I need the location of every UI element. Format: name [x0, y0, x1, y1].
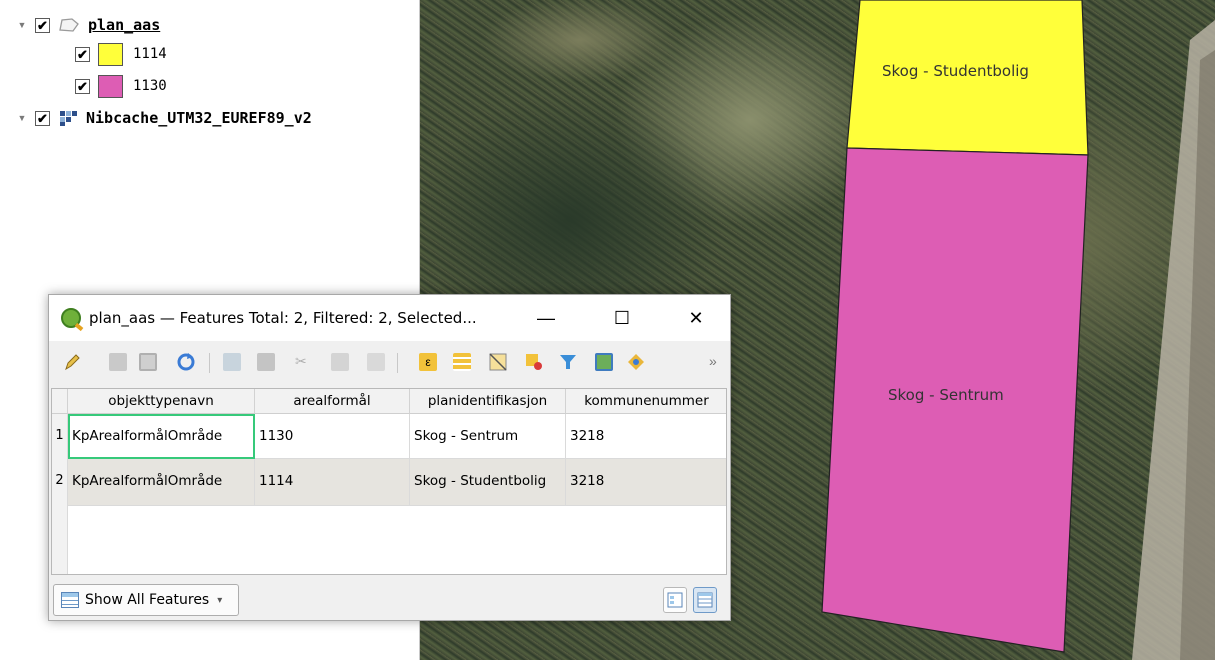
legend-swatch — [98, 74, 123, 98]
row-number[interactable]: 2 — [52, 459, 68, 506]
legend-checkbox[interactable]: ✔ — [75, 46, 90, 62]
cut-icon[interactable]: ✂ — [295, 353, 313, 371]
maximize-button[interactable]: ☐ — [609, 305, 635, 331]
select-by-expression-icon[interactable]: ε — [419, 353, 437, 371]
zone-label-sentrum: Skog - Sentrum — [888, 386, 1004, 404]
close-button[interactable]: ✕ — [683, 305, 709, 331]
attribute-table[interactable]: objekttypenavn arealformål planidentifik… — [51, 388, 727, 575]
layer-row-nibcache[interactable]: ▼ ✔ Nibcache_UTM32_EUREF89_v2 — [15, 107, 312, 129]
layer-name: plan_aas — [88, 16, 161, 34]
qgis-logo-icon — [61, 308, 81, 328]
paste-icon[interactable] — [367, 353, 385, 371]
show-all-features-label: Show All Features — [85, 592, 210, 608]
table-cell[interactable]: 3218 — [566, 414, 726, 459]
table-view-button[interactable] — [693, 587, 717, 613]
move-selection-to-top-icon[interactable] — [595, 353, 613, 371]
multi-edit-icon[interactable] — [109, 353, 127, 371]
column-header[interactable]: planidentifikasjon — [410, 389, 566, 414]
minimize-button[interactable]: — — [533, 305, 559, 331]
dialog-title: plan_aas — Features Total: 2, Filtered: … — [89, 309, 477, 327]
column-header[interactable]: kommunenummer — [566, 389, 726, 414]
save-edits-icon[interactable] — [139, 353, 157, 371]
zone-label-studentbolig: Skog - Studentbolig — [882, 62, 1029, 80]
toggle-editing-icon[interactable] — [63, 353, 81, 371]
form-view-icon — [667, 592, 683, 608]
row-header-filler — [52, 506, 68, 574]
dialog-titlebar[interactable]: plan_aas — Features Total: 2, Filtered: … — [49, 295, 730, 341]
corner-header[interactable] — [52, 389, 68, 414]
legend-label: 1114 — [133, 46, 167, 62]
table-icon — [61, 592, 79, 608]
table-cell[interactable]: 3218 — [566, 459, 726, 506]
column-header[interactable]: arealformål — [255, 389, 410, 414]
expand-arrow-icon[interactable]: ▼ — [15, 20, 29, 30]
table-cell[interactable]: 1114 — [255, 459, 410, 506]
table-cell[interactable]: 1130 — [255, 414, 410, 459]
attribute-table-dialog: plan_aas — Features Total: 2, Filtered: … — [48, 294, 731, 621]
deselect-all-icon[interactable] — [525, 353, 543, 371]
legend-item-1130[interactable]: ✔ 1130 — [75, 74, 167, 98]
layer-checkbox[interactable]: ✔ — [35, 110, 50, 126]
add-feature-icon[interactable] — [223, 353, 241, 371]
table-view-icon — [697, 592, 713, 608]
toolbar-separator — [397, 353, 398, 373]
legend-item-1114[interactable]: ✔ 1114 — [75, 42, 167, 66]
polygon-layer-icon — [59, 18, 79, 32]
invert-selection-icon[interactable] — [489, 353, 507, 371]
layer-name: Nibcache_UTM32_EUREF89_v2 — [86, 109, 312, 127]
toolbar-separator — [209, 353, 210, 373]
toolbar-overflow-icon[interactable]: » — [709, 353, 727, 371]
legend-swatch — [98, 42, 123, 66]
attribute-toolbar: ✂ ε » — [49, 341, 730, 385]
table-cell[interactable]: Skog - Studentbolig — [410, 459, 566, 506]
expand-arrow-icon[interactable]: ▼ — [15, 113, 29, 123]
bottom-bar: Show All Features ▾ — [49, 577, 730, 621]
table-cell[interactable]: KpArealformålOmråde — [68, 414, 255, 459]
form-view-button[interactable] — [663, 587, 687, 613]
layer-row-plan-aas[interactable]: ▼ ✔ plan_aas — [15, 14, 161, 36]
show-all-features-button[interactable]: Show All Features ▾ — [53, 584, 239, 616]
table-cell[interactable]: KpArealformålOmråde — [68, 459, 255, 506]
dropdown-arrow-icon: ▾ — [217, 594, 223, 606]
reload-icon[interactable] — [177, 353, 195, 371]
column-header[interactable]: objekttypenavn — [68, 389, 255, 414]
layer-checkbox[interactable]: ✔ — [35, 17, 50, 33]
table-cell[interactable]: Skog - Sentrum — [410, 414, 566, 459]
copy-icon[interactable] — [331, 353, 349, 371]
delete-feature-icon[interactable] — [257, 353, 275, 371]
row-number[interactable]: 1 — [52, 414, 68, 459]
raster-layer-icon — [60, 111, 77, 126]
pan-to-selected-icon[interactable] — [627, 353, 645, 371]
legend-label: 1130 — [133, 78, 167, 94]
select-all-icon[interactable] — [453, 353, 471, 371]
legend-checkbox[interactable]: ✔ — [75, 78, 90, 94]
filter-icon[interactable] — [559, 353, 577, 371]
